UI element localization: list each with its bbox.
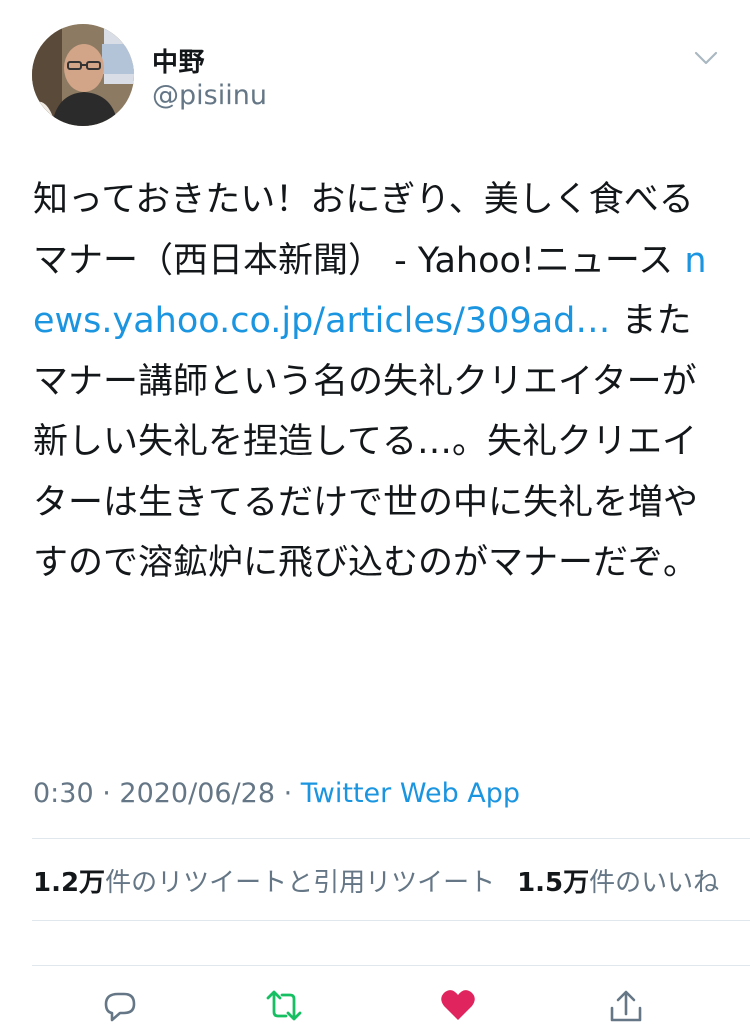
avatar-image <box>32 24 134 126</box>
display-name[interactable]: 中野 <box>152 42 205 79</box>
reply-icon[interactable] <box>100 986 140 1026</box>
divider <box>32 920 750 921</box>
chevron-down-icon[interactable] <box>692 44 720 72</box>
tweet-meta: 0:30 · 2020/06/28 · Twitter Web App <box>33 778 520 809</box>
tweet-text-part2: またマナー講師という名の失礼クリエイターが新しい失礼を捏造してる…。失礼クリエイ… <box>33 301 699 583</box>
retweets-label: 件のリツイートと引用リツイート <box>105 868 496 898</box>
likes-stat[interactable]: 1.5万件のいいね <box>517 868 719 898</box>
user-handle[interactable]: @pisiinu <box>152 80 267 111</box>
retweets-count: 1.2万 <box>33 868 106 898</box>
likes-count: 1.5万 <box>517 868 590 898</box>
divider <box>32 965 750 966</box>
meta-separator: · <box>275 778 301 809</box>
retweets-stat[interactable]: 1.2万件のリツイートと引用リツイート <box>33 868 495 898</box>
action-bar <box>0 980 750 1022</box>
tweet-text: 知っておきたい！おにぎり、美しく食べるマナー（西日本新聞） - Yahoo!ニュ… <box>33 170 723 594</box>
avatar[interactable] <box>32 24 134 126</box>
divider <box>32 838 750 839</box>
tweet-detail: 中野 @pisiinu 知っておきたい！おにぎり、美しく食べるマナー（西日本新聞… <box>0 0 750 1022</box>
tweet-source[interactable]: Twitter Web App <box>301 778 520 809</box>
heart-icon[interactable] <box>438 986 478 1026</box>
retweet-icon[interactable] <box>264 986 304 1026</box>
meta-separator: · <box>93 778 120 809</box>
tweet-date[interactable]: 2020/06/28 <box>119 778 275 809</box>
share-icon[interactable] <box>606 986 646 1026</box>
tweet-header: 中野 @pisiinu <box>32 24 722 130</box>
likes-label: 件のいいね <box>589 868 720 898</box>
tweet-stats: 1.2万件のリツイートと引用リツイート 1.5万件のいいね <box>33 862 719 899</box>
tweet-time[interactable]: 0:30 <box>33 778 94 809</box>
tweet-text-part1: 知っておきたい！おにぎり、美しく食べるマナー（西日本新聞） - Yahoo!ニュ… <box>33 180 694 281</box>
